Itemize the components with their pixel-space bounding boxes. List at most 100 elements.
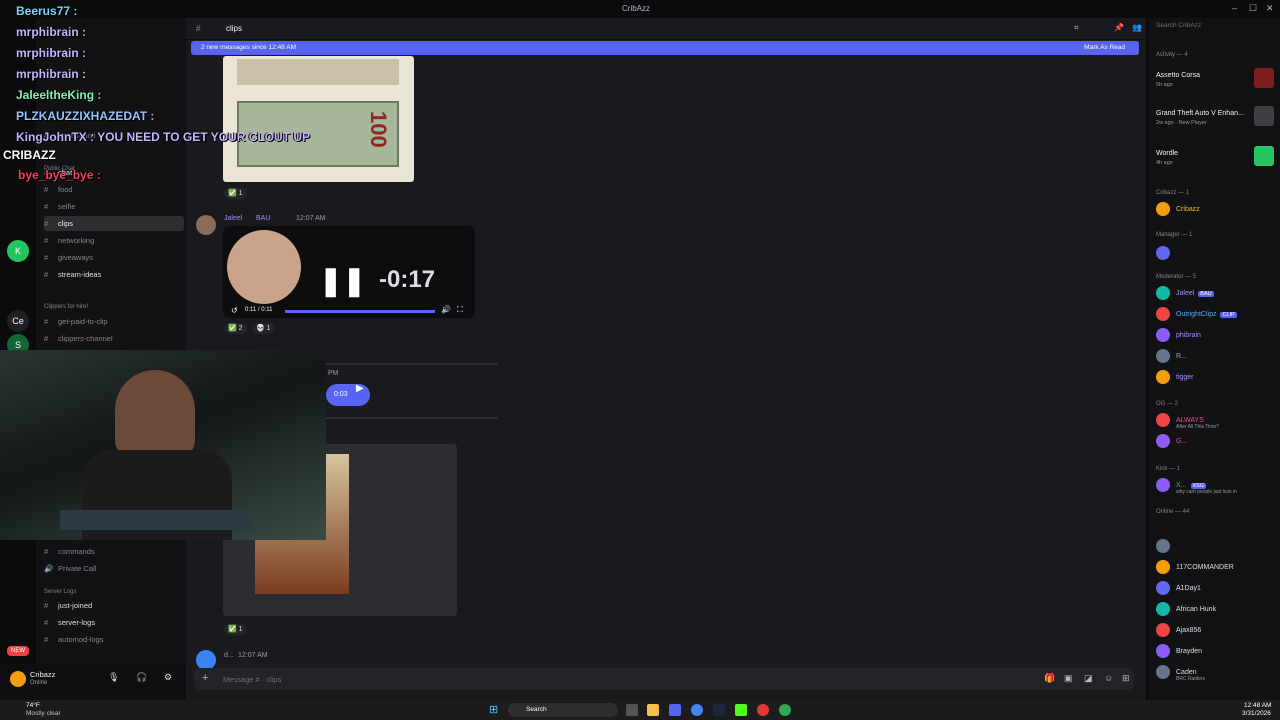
server-icon-ce[interactable]: Ce xyxy=(7,310,29,332)
minimize-button[interactable]: – xyxy=(1232,3,1237,13)
image-attachment[interactable]: 100 xyxy=(223,56,414,182)
member-row[interactable]: tigger xyxy=(1156,368,1276,388)
pin-icon[interactable]: 📌 xyxy=(1114,23,1124,32)
channel-selfie[interactable]: # selfie xyxy=(44,199,184,214)
steam-icon[interactable] xyxy=(713,704,725,716)
gif-icon[interactable]: ▣ xyxy=(1064,673,1073,684)
weather-text: Mostly clear xyxy=(26,710,61,717)
discord-taskbar-icon[interactable] xyxy=(669,704,681,716)
taskbar-search[interactable]: Search xyxy=(508,703,618,717)
member-row[interactable]: Brayden xyxy=(1156,642,1276,662)
app-icon[interactable] xyxy=(757,704,769,716)
stream-chat-line: Beerus77 : xyxy=(16,4,78,18)
clock-time[interactable]: 12:48 AM xyxy=(1244,702,1271,709)
server-icon-kick[interactable]: K xyxy=(7,240,29,262)
avatar xyxy=(1156,581,1170,596)
members-icon[interactable]: 👥 xyxy=(1132,23,1142,32)
channel-just-joined[interactable]: # just-joined xyxy=(44,598,184,613)
member-name: A1Day1 xyxy=(1176,585,1201,592)
add-attachment-icon[interactable]: + xyxy=(202,672,208,684)
stream-chat-line: CRIBAZZ xyxy=(3,148,56,162)
banknote-value: 100 xyxy=(366,111,391,148)
avatar xyxy=(1156,665,1170,680)
play-icon[interactable]: ▶ xyxy=(356,383,364,394)
reaction-chip[interactable]: ✅ 1 xyxy=(224,624,247,635)
video-progress-track[interactable] xyxy=(285,310,435,313)
clock-date: 3/31/2026 xyxy=(1242,710,1271,717)
channel-giveaways[interactable]: # giveaways xyxy=(44,250,184,265)
message-author[interactable]: Jaleel xyxy=(224,215,242,222)
replay-icon[interactable]: ↺ xyxy=(231,306,238,315)
game-icon xyxy=(1254,146,1274,166)
task-view-icon[interactable] xyxy=(626,704,638,716)
hash-icon: # xyxy=(44,270,49,279)
member-row[interactable]: G... xyxy=(1156,432,1276,452)
member-row[interactable]: African Hunk xyxy=(1156,600,1276,620)
category-server-logs[interactable]: Server Logs xyxy=(44,589,76,595)
close-button[interactable]: ✕ xyxy=(1266,3,1274,14)
user-avatar[interactable] xyxy=(10,671,26,687)
discord-window: CribAzz – ☐ ✕ K Ce S NEW Public Chat # st… xyxy=(0,0,1280,720)
search-input[interactable]: Search CribAzz xyxy=(1156,22,1272,35)
pause-icon[interactable]: ❚❚ xyxy=(319,264,366,297)
member-row[interactable]: A1Day1 xyxy=(1156,579,1276,599)
stream-chat-line: mrphibrain : xyxy=(16,67,87,81)
apps-icon[interactable]: ⊞ xyxy=(1122,673,1130,684)
gear-icon[interactable]: ⚙ xyxy=(164,672,172,683)
channel-stream-ideas[interactable]: # stream-ideas xyxy=(44,267,184,282)
channel-server-logs[interactable]: # server-logs xyxy=(44,615,184,630)
channel-clips[interactable]: # clips xyxy=(44,216,184,231)
message-author[interactable]: d... xyxy=(224,652,234,659)
member-name: Cribazz xyxy=(1176,206,1200,213)
mic-icon[interactable]: 🎙 xyxy=(108,672,119,683)
mark-as-read-button[interactable]: Mark As Read xyxy=(1084,44,1125,51)
channel-networking[interactable]: # networking xyxy=(44,233,184,248)
member-row[interactable]: 117COMMANDER xyxy=(1156,558,1276,578)
channel-get-paid-to-clip[interactable]: # get-paid-to-clip xyxy=(44,314,184,329)
member-row[interactable] xyxy=(1156,244,1276,264)
member-row[interactable]: OutrightClipz CLIP xyxy=(1156,305,1276,325)
gift-icon[interactable]: 🎁 xyxy=(1044,673,1055,684)
emoji-icon[interactable]: ☺ xyxy=(1104,673,1113,683)
file-explorer-icon[interactable] xyxy=(647,704,659,716)
member-status: After All This Time? xyxy=(1176,424,1219,430)
fullscreen-icon[interactable]: ⛶ xyxy=(457,305,463,315)
member-row[interactable]: R... xyxy=(1156,347,1276,367)
member-row[interactable]: Cribazz xyxy=(1156,200,1276,220)
sticker-icon[interactable]: ◪ xyxy=(1084,673,1093,684)
maximize-button[interactable]: ☐ xyxy=(1249,3,1257,14)
reaction-chip[interactable]: ✅ 2 xyxy=(224,323,247,334)
reaction-chip[interactable]: ✅ 1 xyxy=(224,188,247,199)
avatar xyxy=(1156,623,1170,638)
avatar xyxy=(1156,246,1170,261)
channel-clippers-channel[interactable]: # clippers-channel xyxy=(44,331,184,346)
windows-start-icon[interactable]: ⊞ xyxy=(489,703,498,716)
new-messages-banner[interactable]: 2 new messages since 12:48 AM Mark As Re… xyxy=(191,41,1139,55)
streamer-head xyxy=(115,370,195,460)
message-input[interactable]: + Message # · clips 🎁 ▣ ◪ ☺ ⊞ xyxy=(194,668,1134,690)
threads-icon[interactable]: ⌗ xyxy=(1074,23,1079,33)
member-group-header: Moderator — 5 xyxy=(1156,274,1197,280)
channel-commands[interactable]: # commands xyxy=(44,544,184,559)
chrome-icon[interactable] xyxy=(691,704,703,716)
reaction-chip[interactable]: 💀 1 xyxy=(252,323,275,334)
category-clippers[interactable]: Clippers for hire! xyxy=(44,304,88,310)
kick-icon[interactable] xyxy=(735,704,747,716)
video-thumbnail xyxy=(227,230,301,304)
chrome-icon-2[interactable] xyxy=(779,704,791,716)
volume-icon[interactable]: 🔊 xyxy=(441,305,451,314)
avatar[interactable] xyxy=(196,650,216,670)
member-row[interactable]: Jaleel BAU xyxy=(1156,284,1276,304)
member-name: Jaleel xyxy=(1176,290,1195,297)
channel-private-call[interactable]: 🔊 Private Call xyxy=(44,561,184,576)
channel-automod-logs[interactable]: # automod-logs xyxy=(44,632,184,647)
avatar[interactable] xyxy=(196,215,216,235)
user-status: Online xyxy=(30,680,48,686)
member-row[interactable] xyxy=(1156,537,1276,557)
member-row[interactable]: Ajax856 xyxy=(1156,621,1276,641)
weather-temp[interactable]: 74°F xyxy=(26,702,40,709)
headphones-icon[interactable]: 🎧 xyxy=(136,672,147,683)
video-player[interactable]: ❚❚ -0:17 ↺ 0:11 / 0:11 🔊 ⛶ xyxy=(223,226,475,318)
channel-food[interactable]: # food xyxy=(44,182,184,197)
member-row[interactable]: phibrain xyxy=(1156,326,1276,346)
